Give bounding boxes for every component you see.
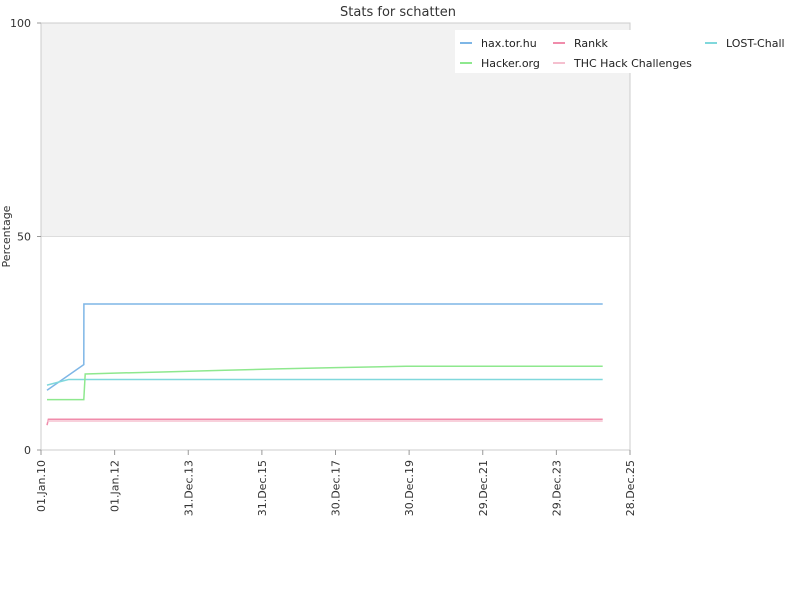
legend-label: LOST-Chall: [726, 37, 785, 50]
x-tick-label: 30.Dec.19: [403, 460, 416, 516]
y-tick-label: 50: [17, 231, 31, 244]
legend-label: Rankk: [574, 37, 608, 50]
plot-background-lower: [41, 236, 630, 450]
legend: hax.tor.hu Rankk LOST-Chall Hacker.org THC H…: [455, 30, 800, 73]
x-tick-label: 31.Dec.13: [182, 460, 195, 516]
x-tick-label: 29.Dec.23: [550, 460, 563, 516]
y-axis-label: Percentage: [0, 205, 13, 267]
y-tick-label: 100: [10, 17, 31, 30]
x-tick-label: 28.Dec.25: [624, 460, 637, 516]
legend-label: Hacker.org: [481, 57, 540, 70]
x-tick-label: 01.Jan.12: [109, 460, 122, 512]
x-axis: 01.Jan.10 01.Jan.12 31.Dec.13 31.Dec.15 30.D…: [35, 450, 637, 516]
y-axis: 0 50 100: [10, 17, 41, 457]
chart: Stats for schatten 050100 01.Jan.10 01.Ja…: [0, 5, 800, 516]
chart-title: Stats for schatten: [340, 5, 456, 20]
x-tick-label: 01.Jan.10: [35, 460, 48, 512]
x-tick-label: 30.Dec.17: [330, 460, 343, 516]
x-tick-label: 31.Dec.15: [256, 460, 269, 516]
y-tick-label: 0: [24, 444, 31, 457]
legend-label: THC Hack Challenges: [573, 57, 692, 70]
legend-label: hax.tor.hu: [481, 37, 537, 50]
x-tick-label: 29.Dec.21: [477, 460, 490, 516]
